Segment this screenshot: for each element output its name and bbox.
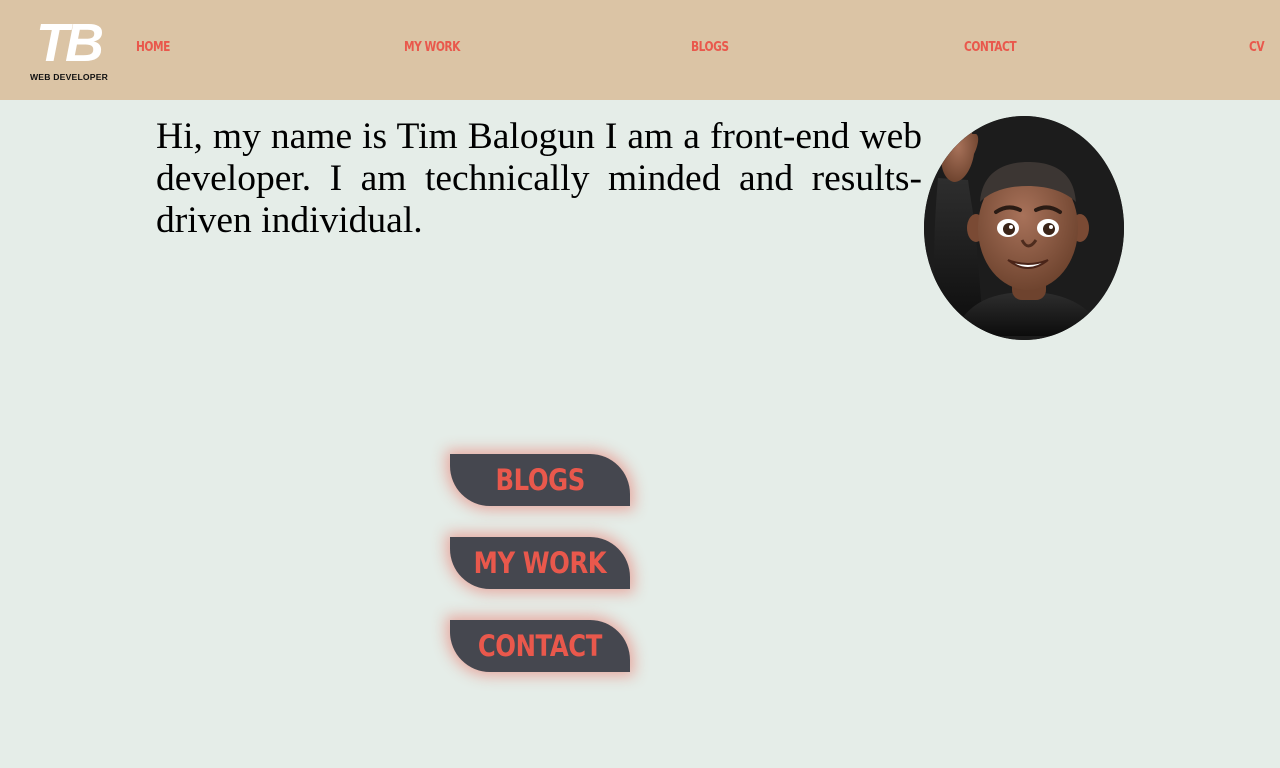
nav-my-work[interactable]: MY WORK (404, 40, 460, 55)
nav-cv[interactable]: CV (1249, 40, 1265, 55)
nav-blogs[interactable]: BLOGS (691, 40, 729, 55)
logo-subtitle: WEB DEVELOPER (30, 72, 109, 82)
nav-contact[interactable]: CONTACT (964, 40, 1017, 55)
nav-home[interactable]: HOME (136, 40, 170, 55)
contact-button[interactable]: CONTACT (450, 620, 630, 672)
my-work-button[interactable]: MY WORK (450, 537, 630, 589)
logo-mark: TB (36, 13, 104, 73)
site-header: TB WEB DEVELOPER HOME MY WORK BLOGS CONT… (0, 0, 1280, 100)
intro-text: Hi, my name is Tim Balogun I am a front-… (156, 116, 922, 241)
my-work-button-label: MY WORK (473, 546, 607, 580)
contact-button-label: CONTACT (477, 629, 603, 663)
waving-memoji-avatar-icon (924, 116, 1124, 340)
blogs-button-label: BLOGS (495, 463, 585, 497)
blogs-button[interactable]: BLOGS (450, 454, 630, 506)
tb-logo[interactable]: TB WEB DEVELOPER (30, 13, 125, 84)
